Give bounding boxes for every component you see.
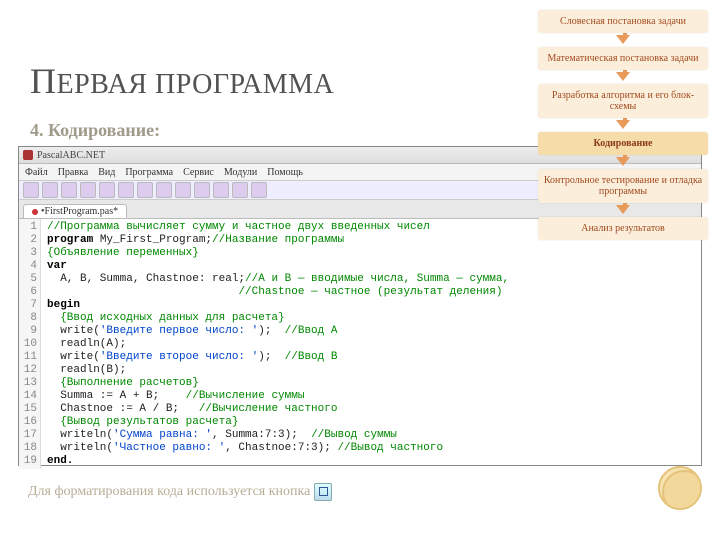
line-number: 14 [19,390,37,403]
code-line: var [47,260,509,273]
title-rest: ЕРВАЯ ПРОГРАММА [57,69,335,100]
menu-modules[interactable]: Модули [224,167,257,178]
line-number: 11 [19,351,37,364]
format-button-icon[interactable] [314,483,332,501]
line-number: 6 [19,286,37,299]
flow-arrow-icon [616,205,630,214]
tool-run-icon[interactable] [175,182,191,198]
line-number: 18 [19,442,37,455]
tool-step-icon[interactable] [194,182,210,198]
editor-tab[interactable]: •FirstProgram.pas* [23,204,127,218]
code-line: //Chastnoe — частное (результат деления) [47,286,509,299]
menu-help[interactable]: Помощь [267,167,303,178]
tool-open-icon[interactable] [42,182,58,198]
line-number: 13 [19,377,37,390]
flow-arrow-icon [616,157,630,166]
tool-paste-icon[interactable] [118,182,134,198]
tool-new-icon[interactable] [23,182,39,198]
tab-modified-icon [32,209,38,215]
editor-tab-label: •FirstProgram.pas* [41,206,118,217]
code-line: write('Введите второе число: '); //Ввод … [47,351,509,364]
flow-arrow-icon [616,35,630,44]
ide-logo-icon [23,150,33,160]
menu-file[interactable]: Файл [25,167,48,178]
code-line: begin [47,299,509,312]
tool-save-icon[interactable] [61,182,77,198]
ide-app-name: PascalABC.NET [37,150,105,161]
flow-step: Контрольное тестирование и отладка прогр… [538,169,708,203]
code-line: {Выполнение расчетов} [47,377,509,390]
tool-format-icon[interactable] [232,182,248,198]
menu-view[interactable]: Вид [98,167,115,178]
flow-panel: Словесная постановка задачи Математическа… [538,10,708,258]
decoration-disk-icon [658,466,702,510]
code-line: {Вывод результатов расчета} [47,416,509,429]
code-line: end. [47,455,509,468]
flow-arrow-icon [616,120,630,129]
code-line: Chastnoe := A / B; //Вычисление частного [47,403,509,416]
line-number: 8 [19,312,37,325]
line-number: 12 [19,364,37,377]
menu-service[interactable]: Сервис [183,167,214,178]
line-number: 10 [19,338,37,351]
line-number: 7 [19,299,37,312]
code-line: writeln('Частное равно: ', Chastnoe:7:3)… [47,442,509,455]
tool-undo-icon[interactable] [137,182,153,198]
flow-step: Математическая постановка задачи [538,47,708,70]
code-line: readln(B); [47,364,509,377]
code-line: readln(A); [47,338,509,351]
line-number: 3 [19,247,37,260]
line-number: 19 [19,455,37,468]
slide-subtitle: 4. Кодирование: [30,120,160,141]
footer-text: Для форматирования кода используется кно… [28,484,310,500]
code-line: A, B, Summa, Chastnoe: real;//A и B — вв… [47,273,509,286]
code-line: {Ввод исходных данных для расчета} [47,312,509,325]
tool-copy-icon[interactable] [99,182,115,198]
line-number: 16 [19,416,37,429]
code-line: //Программа вычисляет сумму и частное дв… [47,221,509,234]
code-body: //Программа вычисляет сумму и частное дв… [41,219,509,469]
tool-help-icon[interactable] [251,182,267,198]
line-number: 2 [19,234,37,247]
flow-step: Анализ результатов [538,217,708,240]
line-gutter: 12345678910111213141516171819 [19,219,41,469]
line-number: 4 [19,260,37,273]
title-big: П [30,61,57,101]
code-line: Summa := A + B; //Вычисление суммы [47,390,509,403]
flow-step: Словесная постановка задачи [538,10,708,33]
code-line: program My_First_Program;//Название прог… [47,234,509,247]
footer-note: Для форматирования кода используется кно… [28,483,332,501]
flow-step: Кодирование [538,132,708,155]
code-line: writeln('Сумма равна: ', Summa:7:3); //В… [47,429,509,442]
tool-redo-icon[interactable] [156,182,172,198]
flow-arrow-icon [616,72,630,81]
menu-edit[interactable]: Правка [58,167,89,178]
flow-step: Разработка алгоритма и его блок-схемы [538,84,708,118]
line-number: 9 [19,325,37,338]
line-number: 17 [19,429,37,442]
tool-cut-icon[interactable] [80,182,96,198]
line-number: 1 [19,221,37,234]
code-line: write('Введите первое число: '); //Ввод … [47,325,509,338]
code-line: {Объявление переменных} [47,247,509,260]
tool-stop-icon[interactable] [213,182,229,198]
slide-title: ПЕРВАЯ ПРОГРАММА [30,60,334,102]
menu-program[interactable]: Программа [125,167,173,178]
line-number: 15 [19,403,37,416]
line-number: 5 [19,273,37,286]
